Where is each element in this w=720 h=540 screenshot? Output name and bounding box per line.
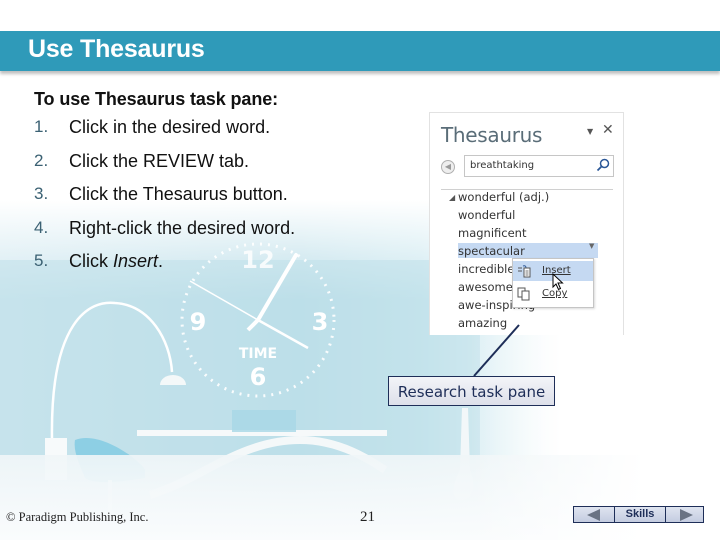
callout-connector (473, 324, 520, 377)
next-button[interactable] (666, 507, 703, 522)
previous-triangle-icon (587, 509, 600, 521)
research-pane-callout: Research task pane (388, 376, 555, 406)
skills-nav: Skills (573, 506, 704, 523)
skills-button[interactable]: Skills (615, 507, 666, 522)
next-triangle-icon (680, 509, 693, 521)
callout-line (473, 324, 520, 377)
page-number: 21 (360, 509, 375, 525)
copyright-text: © Paradigm Publishing, Inc. (6, 510, 149, 524)
previous-button[interactable] (574, 507, 615, 522)
